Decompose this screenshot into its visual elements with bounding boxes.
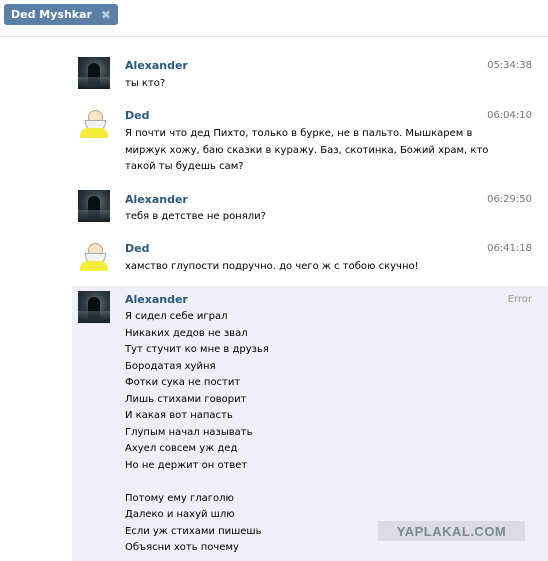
avatar[interactable] (78, 240, 110, 272)
message-time: 06:29:50 (487, 194, 532, 205)
avatar[interactable] (78, 291, 110, 323)
message-text: Я почти что дед Пихто, только в бурке, н… (125, 128, 489, 172)
tab-label: Ded Myshkar (11, 8, 92, 21)
avatar[interactable] (78, 57, 110, 89)
message-time: 06:41:18 (487, 243, 532, 254)
avatar[interactable] (78, 107, 110, 139)
close-icon[interactable]: ✖ (100, 9, 112, 21)
message-error-status[interactable]: Error (508, 294, 532, 305)
message: Alexander 05:34:38 ты кто? (72, 52, 548, 98)
watermark: YAPLAKAL.COM (378, 521, 525, 541)
top-bar: Ded Myshkar ✖ (0, 0, 548, 37)
avatar[interactable] (78, 190, 110, 222)
message-text: тебя в детстве не роняли? (125, 211, 266, 222)
message-author[interactable]: Ded (125, 242, 149, 255)
message-author[interactable]: Ded (125, 109, 149, 122)
message: Alexander 06:29:50 тебя в детстве не рон… (72, 185, 548, 231)
message-unsent: Alexander Error Я сидел себе играл Никак… (72, 286, 548, 561)
message-text: ты кто? (125, 78, 166, 89)
message-time: 05:34:38 (487, 60, 532, 71)
message-author[interactable]: Alexander (125, 59, 188, 72)
message-author[interactable]: Alexander (125, 293, 188, 306)
message-text: Я сидел себе играл Никаких дедов не звал… (125, 311, 269, 553)
message-time: 06:04:10 (487, 110, 532, 121)
message-text: хамство глупости подручно. до чего ж с т… (125, 261, 419, 272)
conversation-tab[interactable]: Ded Myshkar ✖ (4, 4, 118, 25)
message: Ded 06:04:10 Я почти что дед Пихто, толь… (72, 102, 548, 182)
message: Ded 06:41:18 хамство глупости подручно. … (72, 235, 548, 283)
message-author[interactable]: Alexander (125, 193, 188, 206)
